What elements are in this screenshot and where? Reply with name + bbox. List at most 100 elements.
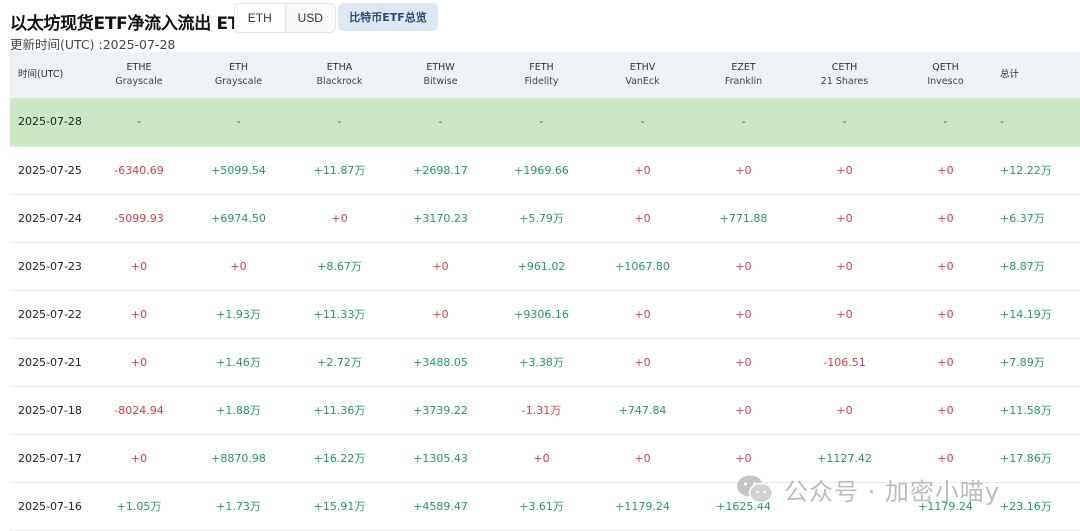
flow-value-cell: +0: [432, 259, 449, 273]
fund-column-header: ETHA Blackrock: [289, 52, 390, 98]
flow-value-cell: -: [539, 115, 544, 129]
fund-column-header: ETH Grayscale: [188, 52, 289, 98]
flow-value-cell: +1.73万: [216, 500, 261, 513]
fund-column-header: FETH Fidelity: [491, 52, 592, 98]
fund-issuer: Grayscale: [115, 76, 163, 87]
flow-value-cell: +0: [836, 307, 853, 321]
flow-value-cell: +8.67万: [317, 260, 362, 273]
flow-value-cell: +3739.22: [413, 403, 468, 417]
flow-value-cell: +0: [130, 307, 148, 321]
total-column-header: 总计: [1000, 69, 1020, 80]
fund-issuer: Bitwise: [423, 76, 458, 87]
time-column-header: 时间(UTC): [18, 69, 64, 80]
flow-value-cell: -6340.69: [114, 163, 164, 177]
flow-value-cell: +0: [735, 307, 752, 321]
wechat-icon: [737, 475, 774, 504]
flow-value-cell: +4589.47: [413, 499, 468, 513]
flow-value-cell: +0: [130, 451, 148, 465]
btc-etf-overview-button[interactable]: 比特币ETF总览: [338, 3, 438, 31]
flow-value-cell: +0: [937, 307, 954, 321]
fund-issuer: VanEck: [625, 76, 660, 87]
flow-value-cell: +5099.54: [211, 163, 266, 177]
flow-value-cell: +747.84: [618, 403, 667, 417]
fund-issuer: Fidelity: [524, 76, 559, 87]
total-cell: -: [1000, 115, 1004, 129]
flow-value-cell: -: [438, 115, 443, 129]
flow-value-cell: +5.79万: [519, 212, 564, 225]
date-cell: 2025-07-18: [18, 403, 82, 417]
flow-value-cell: +1179.24: [615, 499, 670, 513]
flow-value-cell: +11.87万: [313, 164, 366, 177]
total-cell: +8.87万: [1000, 260, 1045, 273]
page-title: 以太坊现货ETF净流入流出 ETH: [10, 14, 254, 34]
table-row[interactable]: 2025-07-28 - - - - - - - - - -: [10, 98, 1080, 146]
watermark: 公众号 · 加密小喵y: [736, 472, 1000, 506]
flow-value-cell: +0: [634, 355, 651, 369]
flow-value-cell: -8024.94: [114, 403, 164, 417]
table-row[interactable]: 2025-07-23 +0 +0 +8.67万 +0 +961.02 +1067.80 +0 +…: [10, 242, 1080, 290]
flow-value-cell: +3170.23: [413, 211, 468, 225]
currency-toggle[interactable]: ETH USD: [234, 3, 336, 33]
table-row[interactable]: 2025-07-22 +0 +1.93万 +11.33万 +0 +9306.16 +0 +0 +…: [10, 290, 1080, 338]
flow-value-cell: +0: [735, 355, 752, 369]
flow-value-cell: -: [640, 115, 645, 129]
total-cell: +12.22万: [1000, 164, 1052, 177]
flow-value-cell: +0: [836, 211, 853, 225]
table-row[interactable]: 2025-07-21 +0 +1.46万 +2.72万 +3488.05 +3.38万 +0…: [10, 338, 1080, 386]
date-cell: 2025-07-21: [18, 355, 82, 369]
table-header-row: 时间(UTC) ETHE Grayscale ETH Grayscale ETHA Bla…: [10, 52, 1080, 98]
flow-value-cell: +0: [937, 403, 954, 417]
flow-value-cell: -5099.93: [114, 211, 164, 225]
flow-value-cell: +2698.17: [413, 163, 468, 177]
flow-value-cell: +1067.80: [615, 259, 670, 273]
toggle-usd[interactable]: USD: [286, 4, 336, 32]
fund-code: ETHW: [426, 62, 455, 73]
toggle-eth[interactable]: ETH: [235, 4, 286, 32]
fund-code: CETH: [831, 62, 858, 73]
flow-value-cell: +2.72万: [317, 356, 362, 369]
date-cell: 2025-07-16: [18, 499, 82, 513]
flow-value-cell: +16.22万: [313, 452, 366, 465]
flow-value-cell: +0: [836, 259, 853, 273]
page-header: 以太坊现货ETF净流入流出 ETH ETH USD 比特币ETF总览 更新时间(…: [0, 0, 1080, 52]
table-row[interactable]: 2025-07-24 -5099.93 +6974.50 +0 +3170.23 +5.7…: [10, 194, 1080, 242]
flow-value-cell: +771.88: [719, 211, 768, 225]
table-row[interactable]: 2025-07-18 -8024.94 +1.88万 +11.36万 +3739.22 -…: [10, 386, 1080, 434]
fund-code: ETHA: [326, 62, 353, 73]
fund-code: EZET: [731, 62, 756, 73]
flow-value-cell: +0: [937, 355, 954, 369]
fund-code: ETH: [229, 62, 248, 73]
flow-value-cell: +0: [432, 307, 449, 321]
table-body: 2025-07-28 - - - - - - - - - - 2025-07-25 -6340.69 +5…: [10, 98, 1080, 530]
date-cell: 2025-07-22: [18, 307, 82, 321]
flow-value-cell: +0: [937, 163, 954, 177]
flow-value-cell: +11.33万: [313, 308, 366, 321]
total-cell: +11.58万: [1000, 404, 1052, 417]
total-cell: +17.86万: [1000, 452, 1052, 465]
flow-value-cell: +9306.16: [514, 307, 569, 321]
total-cell: +6.37万: [1000, 212, 1045, 225]
total-cell: +7.89万: [1000, 356, 1045, 369]
total-cell: +23.16万: [1000, 500, 1052, 513]
flow-value-cell: +0: [634, 211, 651, 225]
fund-issuer: Grayscale: [214, 76, 263, 87]
flow-value-cell: -: [943, 115, 948, 129]
flow-value-cell: +1.05万: [116, 500, 162, 513]
fund-code: ETHV: [629, 62, 656, 73]
flow-value-cell: -: [337, 115, 342, 129]
date-cell: 2025-07-25: [18, 163, 82, 177]
fund-issuer: Blackrock: [316, 76, 363, 87]
fund-issuer: Invesco: [927, 76, 964, 87]
flow-value-cell: +1305.43: [413, 451, 468, 465]
flow-value-cell: +11.36万: [313, 404, 366, 417]
flow-value-cell: +1969.66: [514, 163, 569, 177]
date-cell: 2025-07-17: [18, 451, 82, 465]
flow-value-cell: +3.61万: [519, 500, 564, 513]
flow-value-cell: +0: [130, 355, 148, 369]
flow-value-cell: -: [236, 115, 241, 129]
flow-value-cell: +0: [634, 307, 651, 321]
update-time: 更新时间(UTC) :2025-07-28: [10, 37, 176, 52]
fund-column-header: QETH Invesco: [895, 52, 996, 98]
watermark-text: 公众号 · 加密小喵y: [784, 477, 1001, 506]
table-row[interactable]: 2025-07-25 -6340.69 +5099.54 +11.87万 +2698.1…: [10, 146, 1080, 194]
